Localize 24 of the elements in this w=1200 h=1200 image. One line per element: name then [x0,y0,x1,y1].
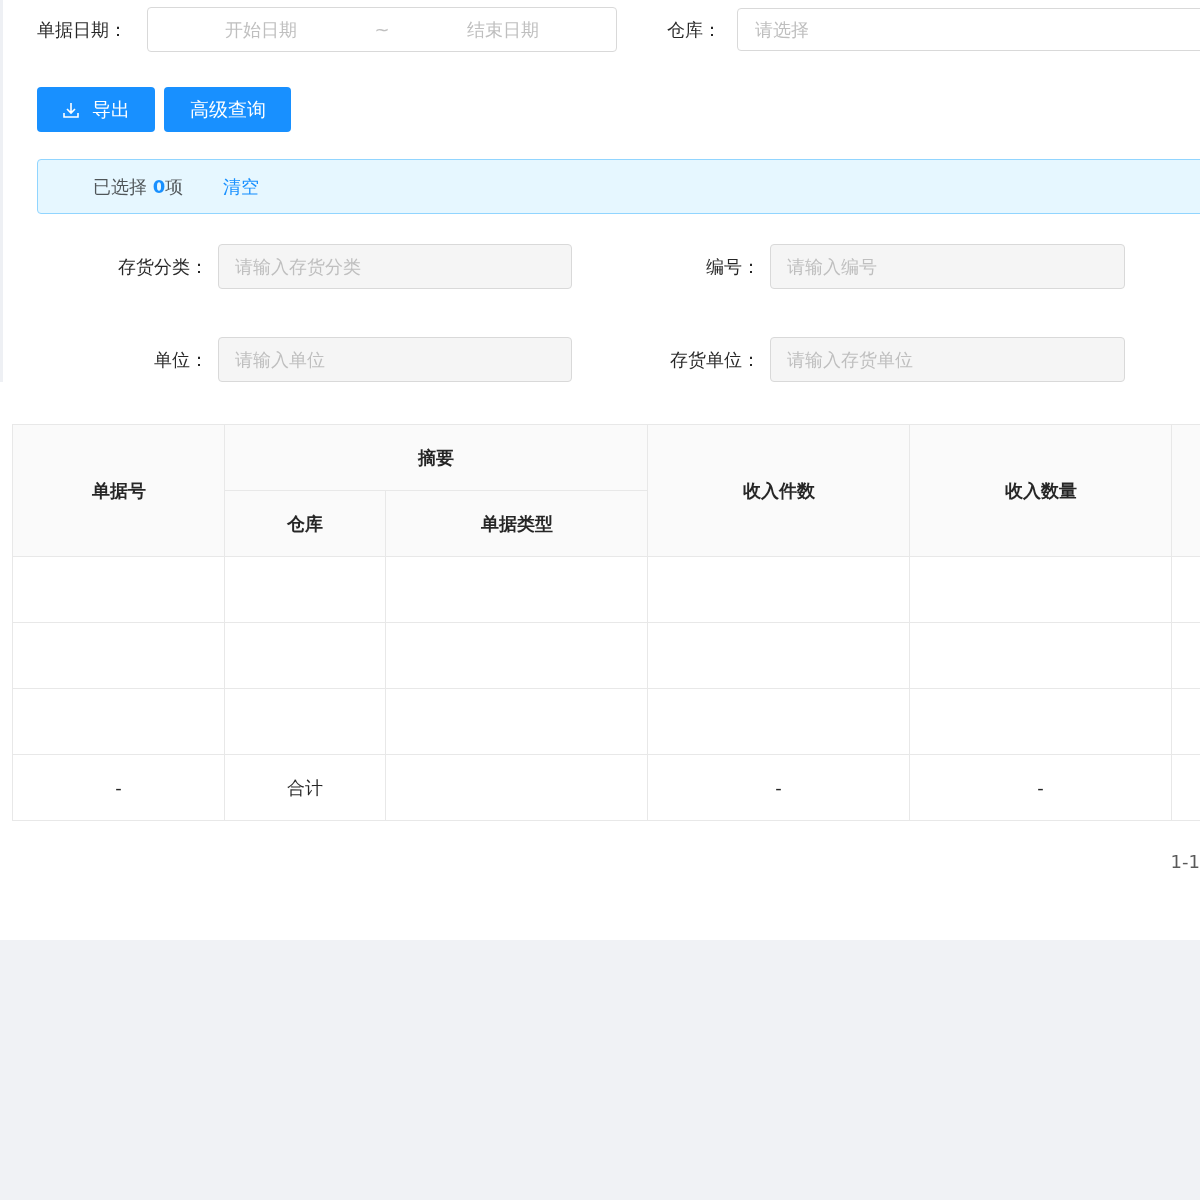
field-label: 存货单位： [669,347,760,372]
download-icon [62,100,80,119]
clear-link[interactable]: 清空 [223,174,260,199]
field-label: 存货分类： [117,254,208,279]
query-button[interactable]: 高级查询 [164,87,291,132]
table-cell: 合计 [224,754,386,821]
export-button[interactable]: 导出 [37,87,155,132]
column-header: 摘要 [224,424,648,491]
date-range-field[interactable]: 开始日期 ~ 结束日期 [146,7,618,52]
column-header: 单据号 [12,424,225,557]
table-cell: - [909,754,1172,821]
table-cell: - [647,754,910,821]
column-header: 单据类型 [385,490,648,557]
field-label: 仓库： [667,17,723,42]
column-header: 收入件数 [647,424,910,557]
warehouse-select[interactable]: 请选择 [737,8,1200,51]
pagination-range: 1-1 [1170,851,1200,872]
column-header: 仓库 [224,490,386,557]
table-cell: - [12,754,225,821]
field-label: 单据日期： [37,17,128,42]
selection-count: 已选择 0项 [93,174,184,199]
column-header: 收入数量 [909,424,1172,557]
field-label: 编号： [705,254,760,279]
field-label: 单位： [153,347,208,372]
